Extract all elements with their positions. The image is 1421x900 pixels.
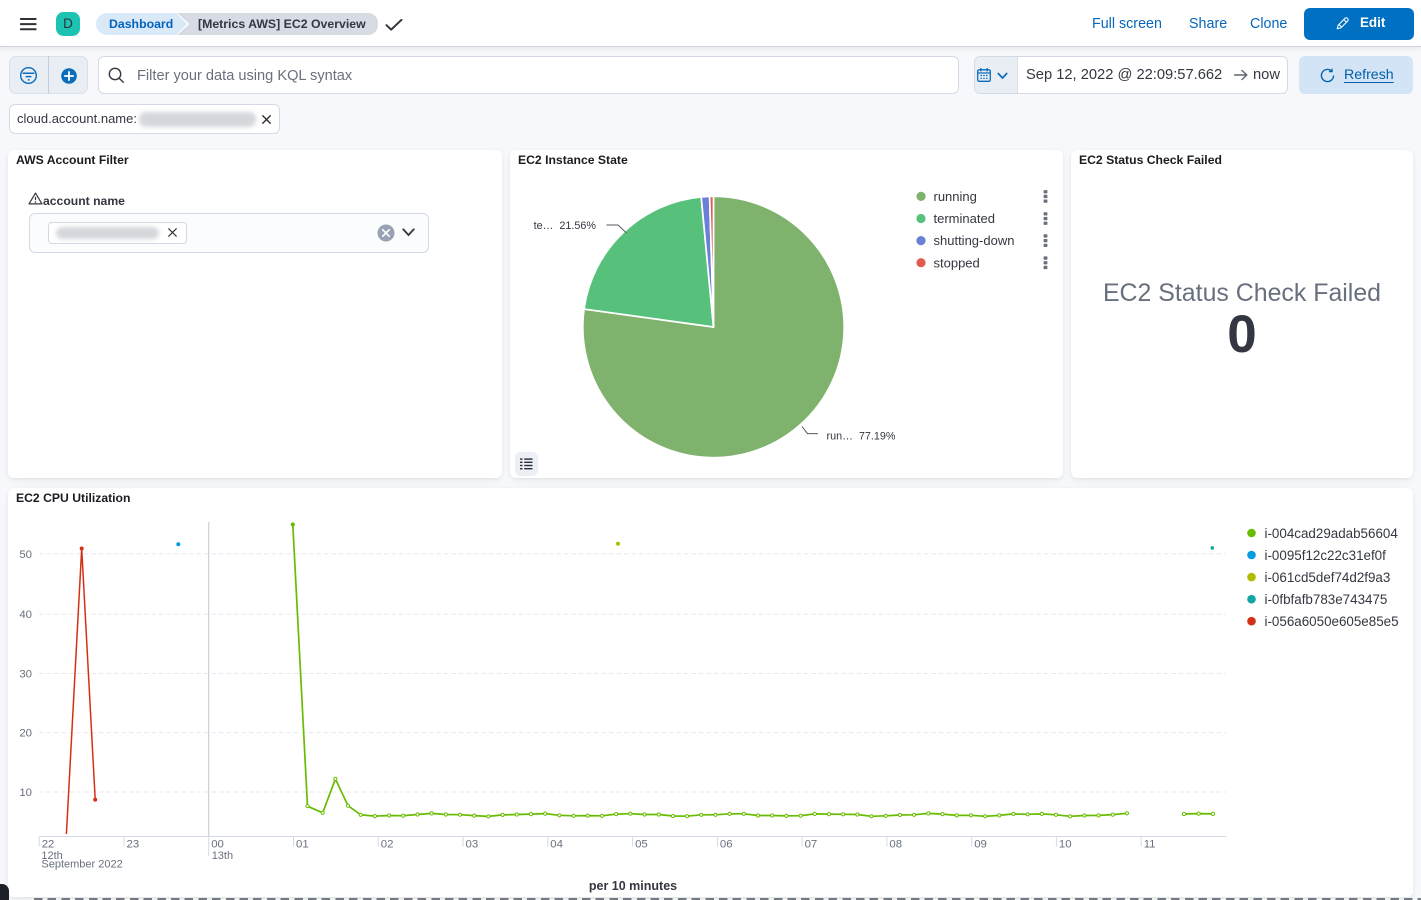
svg-text:terminated: terminated [934, 211, 995, 226]
svg-text:09: 09 [974, 839, 987, 851]
svg-text:06: 06 [720, 839, 733, 851]
svg-text:03: 03 [466, 839, 479, 851]
svg-text:01: 01 [296, 839, 309, 851]
svg-text:23: 23 [127, 839, 140, 851]
svg-text:i-056a6050e605e85e5: i-056a6050e605e85e5 [1265, 614, 1399, 629]
svg-text:running: running [934, 189, 977, 204]
svg-text:i-004cad29adab56604: i-004cad29adab56604 [1265, 526, 1399, 541]
svg-text:20: 20 [19, 728, 32, 740]
svg-text:13th: 13th [212, 850, 233, 862]
svg-text:08: 08 [889, 839, 902, 851]
svg-text:10: 10 [19, 787, 32, 799]
svg-text:September 2022: September 2022 [41, 859, 122, 871]
svg-text:10: 10 [1059, 839, 1072, 851]
svg-text:04: 04 [550, 839, 563, 851]
svg-text:07: 07 [805, 839, 818, 851]
svg-text:i-061cd5def74d2f9a3: i-061cd5def74d2f9a3 [1265, 570, 1391, 585]
svg-text:30: 30 [19, 669, 32, 681]
svg-text:te… 21.56%: te… 21.56% [534, 220, 597, 232]
svg-text:stopped: stopped [934, 255, 980, 270]
svg-text:i-0095f12c22c31ef0f: i-0095f12c22c31ef0f [1265, 548, 1387, 563]
svg-text:11: 11 [1144, 839, 1156, 851]
svg-text:05: 05 [635, 839, 648, 851]
svg-text:00: 00 [211, 839, 224, 851]
svg-text:02: 02 [381, 839, 394, 851]
svg-text:run… 77.19%: run… 77.19% [827, 431, 896, 443]
svg-text:shutting-down: shutting-down [934, 233, 1015, 248]
svg-text:50: 50 [19, 549, 32, 561]
svg-text:40: 40 [19, 609, 32, 621]
svg-text:per 10 minutes: per 10 minutes [589, 879, 677, 893]
svg-text:i-0fbfafb783e743475: i-0fbfafb783e743475 [1265, 592, 1388, 607]
svg-text:22: 22 [42, 839, 55, 851]
